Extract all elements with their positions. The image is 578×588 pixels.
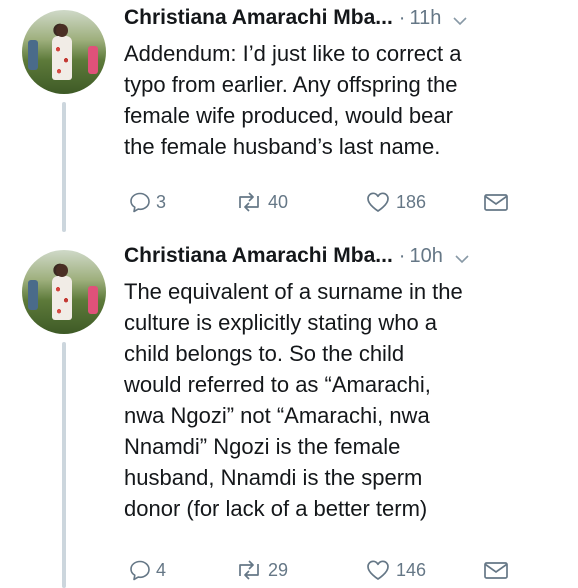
chevron-down-icon[interactable] <box>453 14 467 28</box>
tweet-header: Christiana Amarachi Mba... · 10h <box>124 244 564 274</box>
envelope-icon <box>482 558 510 582</box>
retweet-icon <box>234 190 264 214</box>
retweet-button[interactable]: 29 <box>234 555 288 585</box>
heart-icon <box>364 190 392 214</box>
timestamp[interactable]: 10h <box>409 245 442 268</box>
separator-dot: · <box>398 245 406 267</box>
like-button[interactable]: 146 <box>364 555 426 585</box>
tweet-text: Addendum: I’d just like to correct a typ… <box>124 41 462 159</box>
timestamp[interactable]: 11h <box>409 7 441 30</box>
reply-button[interactable]: 3 <box>128 187 166 217</box>
tweet-text: The equivalent of a surname in the cultu… <box>124 279 463 521</box>
reply-count: 4 <box>156 559 167 580</box>
thread-line <box>62 342 66 588</box>
direct-message-button[interactable] <box>482 555 510 585</box>
heart-icon <box>364 558 392 582</box>
retweet-count: 29 <box>268 559 289 580</box>
separator-dot: · <box>398 7 406 29</box>
like-count: 186 <box>396 191 427 212</box>
tweet-actions: 3 40 186 <box>124 187 524 217</box>
reply-count: 3 <box>156 191 167 212</box>
envelope-icon <box>482 190 510 214</box>
reply-button[interactable]: 4 <box>128 555 166 585</box>
thread-line <box>62 102 66 232</box>
reply-icon <box>128 190 152 214</box>
retweet-count: 40 <box>268 191 289 212</box>
tweet-header: Christiana Amarachi Mba... · 11h <box>124 6 564 36</box>
reply-icon <box>128 558 152 582</box>
author-name[interactable]: Christiana Amarachi Mba... <box>124 6 393 30</box>
tweet: Christiana Amarachi Mba... · 10h The equ… <box>0 232 578 588</box>
tweet-actions: 4 29 146 <box>124 555 524 585</box>
author-name[interactable]: Christiana Amarachi Mba... <box>124 244 393 268</box>
retweet-button[interactable]: 40 <box>234 187 288 217</box>
tweet: Christiana Amarachi Mba... · 11h Addendu… <box>0 0 578 232</box>
like-button[interactable]: 186 <box>364 187 426 217</box>
like-count: 146 <box>396 559 427 580</box>
avatar[interactable] <box>22 10 106 94</box>
retweet-icon <box>234 558 264 582</box>
chevron-down-icon[interactable] <box>455 252 469 266</box>
direct-message-button[interactable] <box>482 187 510 217</box>
avatar[interactable] <box>22 250 106 334</box>
